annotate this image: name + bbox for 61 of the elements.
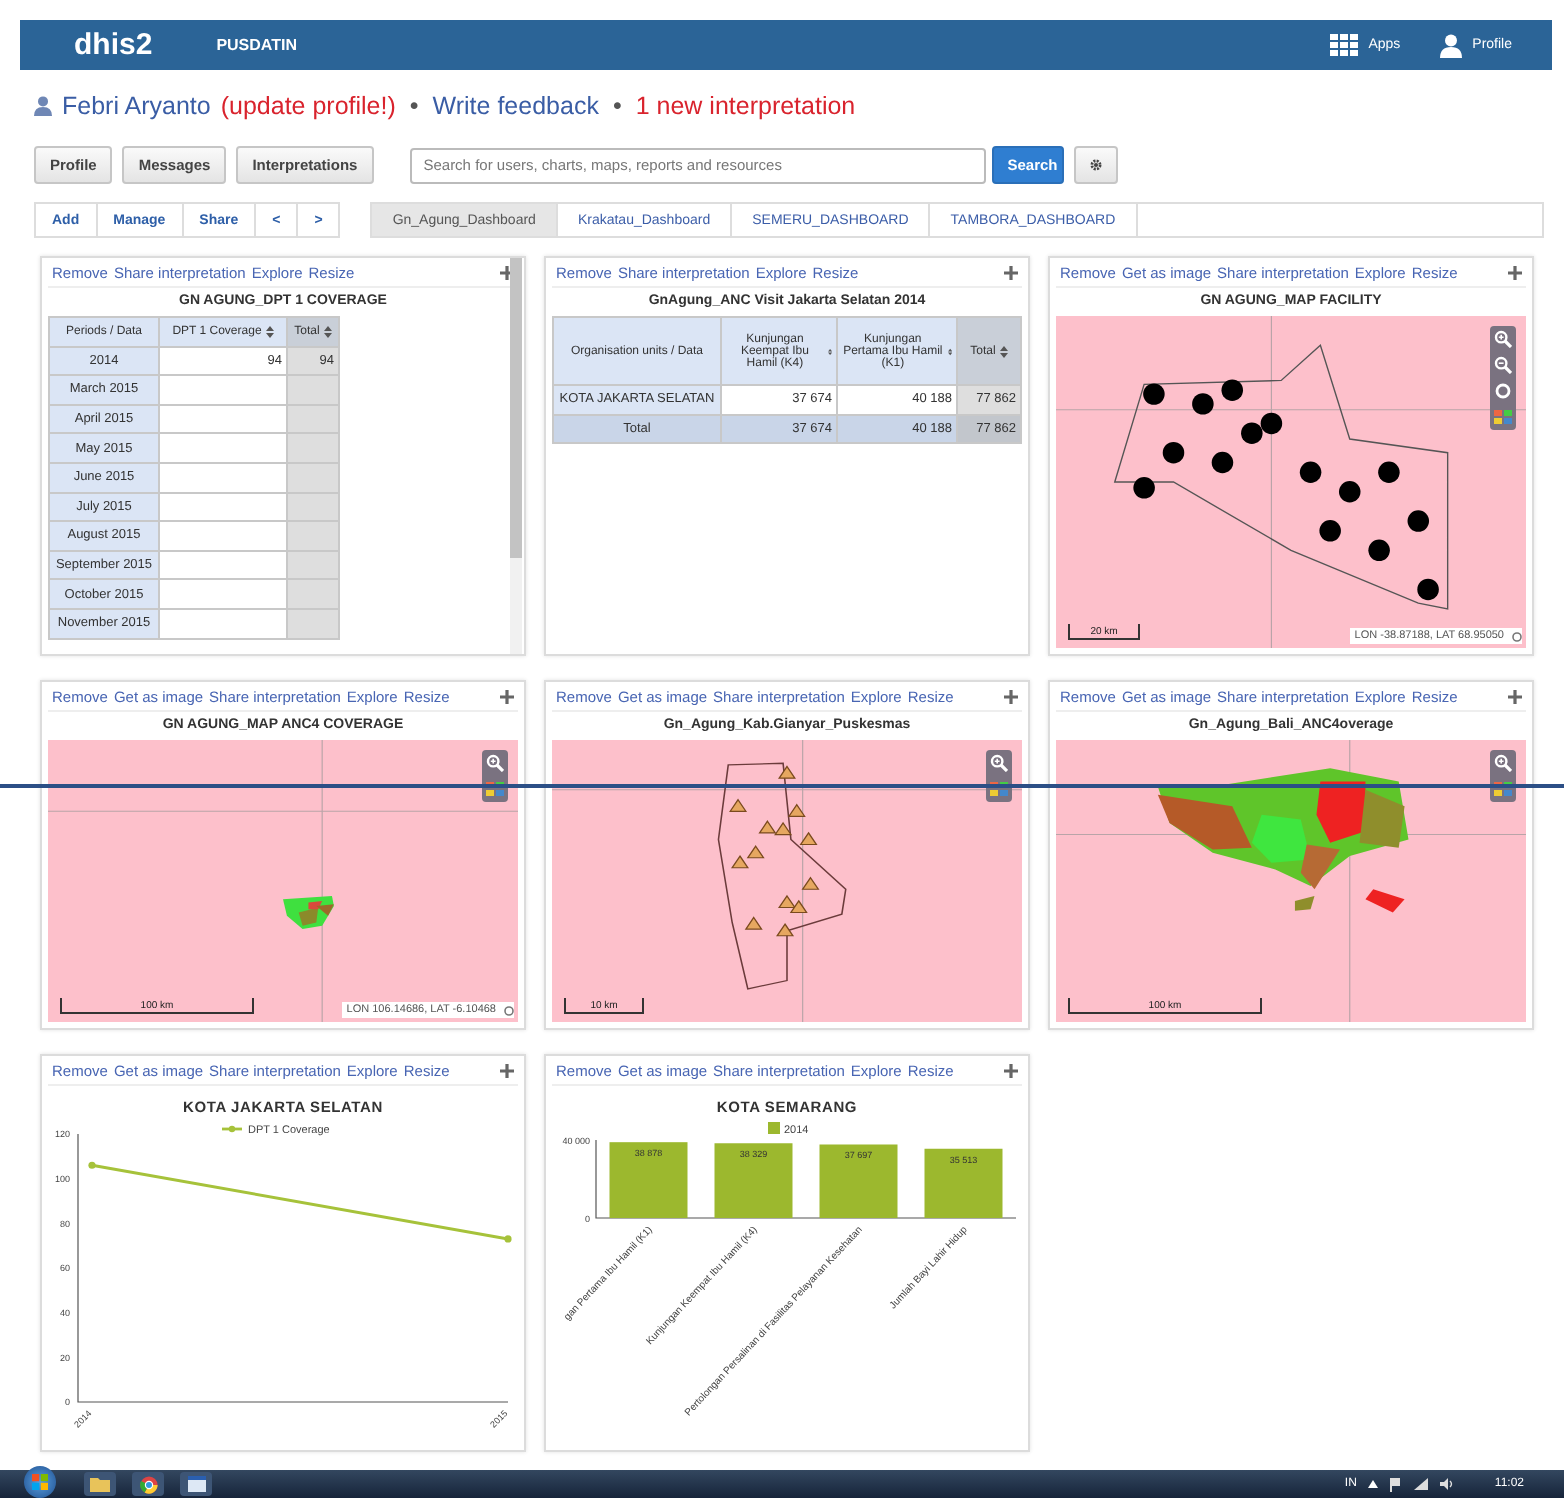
zoom-in-icon[interactable] xyxy=(990,754,1008,772)
sort-icon[interactable] xyxy=(947,345,952,357)
circle-icon[interactable] xyxy=(1512,631,1522,641)
bullet: • xyxy=(612,92,622,120)
circle-icon[interactable] xyxy=(504,1005,514,1015)
zoom-in-icon[interactable] xyxy=(1494,330,1512,348)
table-cell xyxy=(159,521,287,551)
bar xyxy=(714,1143,793,1218)
sort-icon[interactable] xyxy=(999,345,1008,357)
folder-icon xyxy=(90,1476,110,1492)
instance-name: PUSDATIN xyxy=(216,36,297,54)
table-cell xyxy=(159,404,287,434)
start-button[interactable] xyxy=(24,1466,56,1498)
logo[interactable]: dhis2 xyxy=(74,28,153,62)
bar xyxy=(924,1148,1003,1218)
table-cell xyxy=(159,579,287,609)
table-cell xyxy=(159,550,287,580)
update-profile-link[interactable]: (update profile!) xyxy=(220,92,396,120)
user-name-link[interactable]: Febri Aryanto xyxy=(62,92,211,120)
table-cell xyxy=(159,462,287,493)
up-arrow-icon[interactable] xyxy=(1368,1480,1379,1488)
settings-button[interactable] xyxy=(1073,146,1118,184)
wheel-icon xyxy=(139,1475,157,1493)
table-cell xyxy=(159,492,287,522)
data-point xyxy=(504,1235,512,1243)
feedback-link[interactable]: Write feedback xyxy=(432,92,599,120)
sort-icon[interactable] xyxy=(827,345,832,357)
bar xyxy=(609,1142,688,1218)
plus-icon[interactable] xyxy=(500,689,514,703)
table-cell xyxy=(159,375,287,405)
plus-icon[interactable] xyxy=(1508,689,1522,703)
table-cell xyxy=(159,608,287,639)
plus-icon[interactable] xyxy=(500,265,514,279)
browser-button[interactable] xyxy=(132,1472,164,1496)
plus-icon[interactable] xyxy=(500,1063,514,1077)
flag-icon[interactable] xyxy=(1390,1477,1403,1491)
plus-icon[interactable] xyxy=(1004,1063,1018,1077)
user-icon xyxy=(34,96,52,116)
sort-icon[interactable] xyxy=(323,325,332,338)
sort-icon[interactable] xyxy=(265,325,274,338)
zoom-out-icon[interactable] xyxy=(1494,356,1512,374)
window-button[interactable] xyxy=(180,1472,212,1496)
apps-icon xyxy=(1330,34,1359,56)
data-point xyxy=(88,1161,96,1169)
plus-icon[interactable] xyxy=(1508,265,1522,279)
settings-icon xyxy=(1089,158,1102,172)
bullet: • xyxy=(409,92,419,120)
legend-icon[interactable] xyxy=(1494,408,1512,426)
folder-button[interactable] xyxy=(84,1472,116,1496)
table-cell xyxy=(159,433,287,463)
zoom-in-icon[interactable] xyxy=(1494,754,1512,772)
zoom-in-icon[interactable] xyxy=(486,754,504,772)
bar xyxy=(819,1144,898,1218)
speaker-icon[interactable] xyxy=(1440,1478,1455,1490)
signal-icon[interactable] xyxy=(1414,1478,1429,1490)
user-icon xyxy=(1440,33,1463,57)
plus-icon[interactable] xyxy=(1004,689,1018,703)
windows-icon xyxy=(32,1474,48,1490)
window-icon xyxy=(187,1476,205,1492)
plus-icon[interactable] xyxy=(1004,265,1018,279)
interpretation-link[interactable]: 1 new interpretation xyxy=(635,92,856,120)
